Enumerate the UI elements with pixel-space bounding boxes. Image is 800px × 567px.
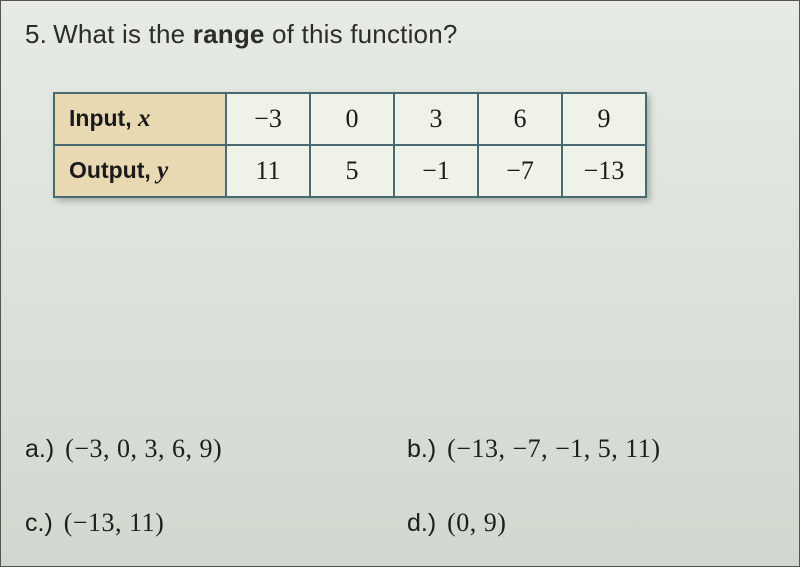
cell-y-1: 5 bbox=[310, 145, 394, 197]
question-text: 5.What is the range of this function? bbox=[25, 19, 775, 50]
cell-x-4: 9 bbox=[562, 93, 646, 145]
row-header-output-label: Output, bbox=[69, 157, 151, 183]
option-a-value: (−3, 0, 3, 6, 9) bbox=[65, 434, 222, 463]
option-a[interactable]: a.) (−3, 0, 3, 6, 9) bbox=[25, 434, 395, 464]
question-pre: What is the bbox=[53, 19, 193, 49]
io-table: Input, x −3 0 3 6 9 Output, y 11 5 −1 −7… bbox=[53, 92, 647, 198]
row-header-input-var: x bbox=[138, 105, 151, 132]
option-d-value: (0, 9) bbox=[447, 508, 506, 537]
question-number: 5. bbox=[25, 19, 47, 49]
row-header-input: Input, x bbox=[54, 93, 226, 145]
option-d-letter: d.) bbox=[407, 509, 436, 537]
table-row: Output, y 11 5 −1 −7 −13 bbox=[54, 145, 646, 197]
function-table: Input, x −3 0 3 6 9 Output, y 11 5 −1 −7… bbox=[53, 92, 775, 198]
row-header-output: Output, y bbox=[54, 145, 226, 197]
option-d[interactable]: d.) (0, 9) bbox=[407, 508, 777, 538]
question-post: of this function? bbox=[265, 19, 458, 49]
option-b-value: (−13, −7, −1, 5, 11) bbox=[447, 434, 660, 463]
option-c-value: (−13, 11) bbox=[64, 508, 165, 537]
cell-y-0: 11 bbox=[226, 145, 310, 197]
cell-y-2: −1 bbox=[394, 145, 478, 197]
answer-options: a.) (−3, 0, 3, 6, 9) b.) (−13, −7, −1, 5… bbox=[25, 434, 777, 538]
cell-y-3: −7 bbox=[478, 145, 562, 197]
cell-x-0: −3 bbox=[226, 93, 310, 145]
worksheet-page: 5.What is the range of this function? In… bbox=[0, 0, 800, 567]
table-row: Input, x −3 0 3 6 9 bbox=[54, 93, 646, 145]
option-c-letter: c.) bbox=[25, 509, 53, 537]
option-b-letter: b.) bbox=[407, 435, 436, 463]
option-b[interactable]: b.) (−13, −7, −1, 5, 11) bbox=[407, 434, 777, 464]
row-header-input-label: Input, bbox=[69, 105, 132, 131]
cell-x-2: 3 bbox=[394, 93, 478, 145]
cell-y-4: −13 bbox=[562, 145, 646, 197]
row-header-output-var: y bbox=[157, 157, 168, 184]
question-bold: range bbox=[193, 19, 265, 49]
option-a-letter: a.) bbox=[25, 435, 54, 463]
cell-x-1: 0 bbox=[310, 93, 394, 145]
option-c[interactable]: c.) (−13, 11) bbox=[25, 508, 395, 538]
cell-x-3: 6 bbox=[478, 93, 562, 145]
